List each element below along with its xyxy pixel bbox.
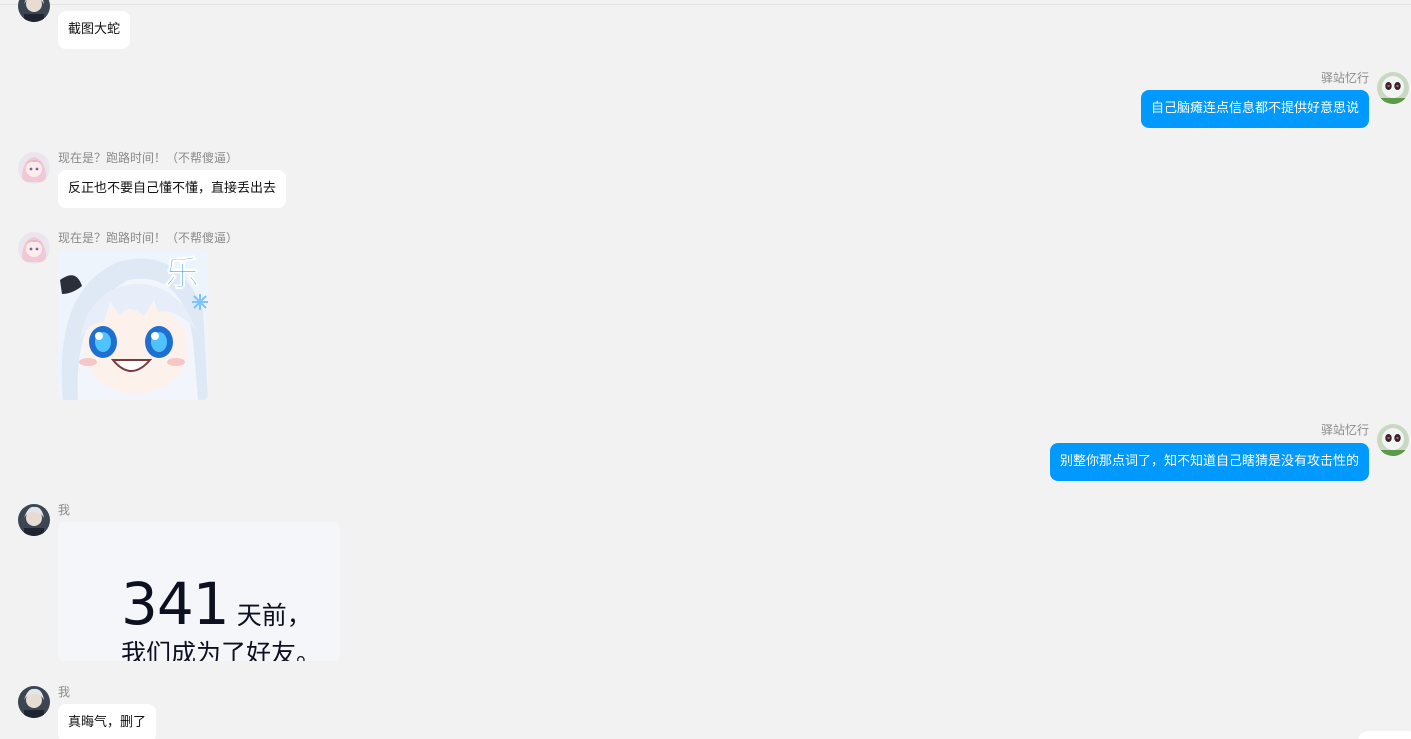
peer-avatar[interactable] bbox=[1377, 424, 1409, 456]
dark-haired-character-avatar-icon bbox=[18, 0, 50, 22]
message-bubble[interactable]: 截图大蛇 bbox=[58, 11, 131, 49]
message-bubble[interactable]: 别整你那点词了，知不知道自己瞎猜是没有攻击性的 bbox=[1049, 443, 1369, 481]
me-avatar[interactable] bbox=[18, 0, 50, 22]
sticker-caption: 乐 bbox=[165, 254, 200, 295]
friend-days-unit: 天前， bbox=[236, 601, 312, 630]
message-bubble[interactable]: 反正也不要自己懂不懂，直接丢出去 bbox=[58, 170, 287, 208]
scroll-to-bottom-button[interactable] bbox=[1358, 731, 1411, 739]
sender-name: 我 bbox=[58, 503, 71, 517]
group-member-avatar[interactable] bbox=[18, 152, 50, 184]
message-bubble[interactable]: 自己脑瘫连点信息都不提供好意思说 bbox=[1140, 90, 1369, 128]
group-member-avatar[interactable] bbox=[18, 232, 50, 264]
sticker-image[interactable]: 乐 bbox=[58, 250, 208, 400]
sender-name: 驿站忆行 bbox=[1320, 423, 1369, 437]
sender-name: 现在是？跑路时间！（不帮傻逼） bbox=[58, 231, 239, 245]
panda-character-avatar-icon bbox=[1377, 72, 1409, 104]
friend-days-number: 341 bbox=[121, 570, 230, 638]
sender-name: 现在是？跑路时间！（不帮傻逼） bbox=[58, 151, 239, 165]
pink-anime-girl-avatar-icon bbox=[18, 152, 50, 184]
friend-days-line2: 我们成为了好友。 bbox=[121, 639, 322, 661]
message-bubble[interactable]: 真晦气，删了 bbox=[58, 704, 157, 739]
screenshot-image[interactable]: 341 天前， 我们成为了好友。 bbox=[58, 522, 340, 661]
sender-name: 我 bbox=[58, 685, 71, 699]
sender-name: 驿站忆行 bbox=[1320, 71, 1369, 85]
top-divider bbox=[0, 4, 1411, 5]
chat-message-list[interactable]: 截图大蛇 驿站忆行 自己脑瘫连点信息都不提供好意思说 现在是？跑路时间！（不帮傻… bbox=[0, 0, 1411, 739]
me-avatar[interactable] bbox=[18, 686, 50, 718]
friend-days-text: 341 天前， bbox=[121, 570, 312, 638]
me-avatar[interactable] bbox=[18, 504, 50, 536]
peer-avatar[interactable] bbox=[1377, 72, 1409, 104]
